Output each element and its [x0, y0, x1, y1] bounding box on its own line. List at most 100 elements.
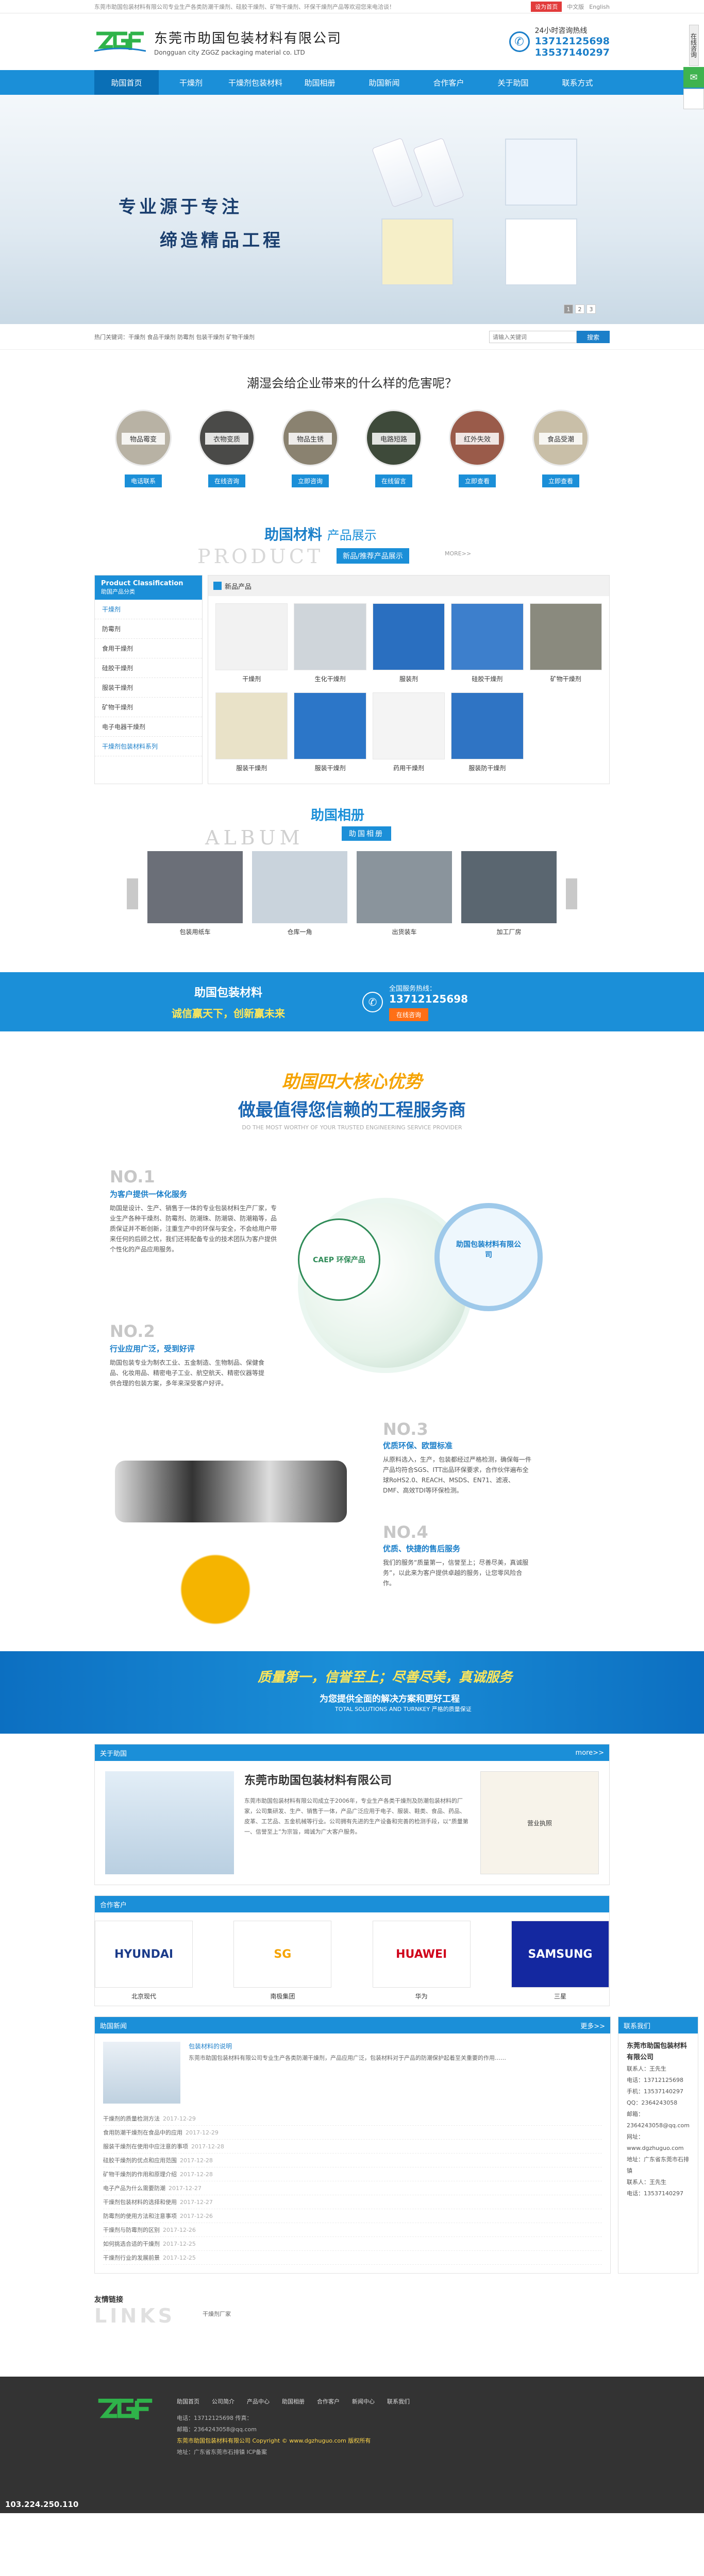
danger-item: 红外失效 立即查看: [449, 410, 506, 487]
album-item[interactable]: 包装用纸车: [147, 851, 243, 936]
album-item[interactable]: 出货装车: [357, 851, 452, 936]
footer-nav-item[interactable]: 产品中心: [247, 2397, 270, 2405]
news-item[interactable]: 干燥剂的质量检测方法 2017-12-29: [103, 2112, 602, 2126]
news-item[interactable]: 干燥剂包装材料的选择和使用 2017-12-27: [103, 2195, 602, 2209]
wechat-icon[interactable]: ✉: [683, 67, 704, 88]
danger-tag: 食品受潮: [539, 433, 582, 445]
danger-image: 红外失效: [449, 410, 506, 466]
footer-nav-item[interactable]: 助国相册: [282, 2397, 305, 2405]
hot-keywords[interactable]: 热门关键词：干燥剂 食品干燥剂 防霉剂 包装干燥剂 矿物干燥剂: [94, 333, 255, 341]
partner-item[interactable]: SAMSUNG 三星: [511, 1921, 609, 2001]
album-item[interactable]: 仓库一角: [252, 851, 347, 936]
friend-link[interactable]: 干燥剂厂家: [203, 2310, 231, 2318]
nav-packaging[interactable]: 干燥剂包装材料: [223, 70, 288, 95]
product-image: [372, 603, 445, 670]
banner-dot[interactable]: 3: [586, 304, 596, 314]
danger-button[interactable]: 立即查看: [458, 474, 496, 487]
partner-item[interactable]: HUAWEI 华为: [372, 1921, 471, 2001]
nav-news[interactable]: 助国新闻: [352, 70, 416, 95]
category-title: Product Classification: [101, 580, 183, 587]
danger-button[interactable]: 在线咨询: [208, 474, 245, 487]
contact-line: 电话：13537140297: [627, 2190, 683, 2197]
banner-dot[interactable]: 1: [564, 304, 573, 314]
service-hotline-number: 13712125698: [389, 992, 468, 1005]
category-item[interactable]: 干燥剂包装材料系列: [95, 737, 202, 756]
nav-about[interactable]: 关于助国: [481, 70, 545, 95]
search-input[interactable]: [489, 331, 577, 343]
album-next-button[interactable]: [566, 878, 577, 909]
advantages-title: 助国四大核心优势: [282, 1072, 422, 1092]
news-item[interactable]: 干燥剂行业的发展前景 2017-12-25: [103, 2251, 602, 2265]
nav-home[interactable]: 助国首页: [94, 70, 159, 95]
danger-button[interactable]: 立即咨询: [291, 474, 329, 487]
news-item[interactable]: 硅胶干燥剂的优点和应用范围 2017-12-28: [103, 2154, 602, 2167]
product-card[interactable]: 服装剂: [370, 603, 448, 692]
product-card[interactable]: 生化干燥剂: [291, 603, 369, 692]
news-item[interactable]: 干燥剂与防霉剂的区别 2017-12-26: [103, 2223, 602, 2237]
news-item[interactable]: 服装干燥剂在使用中应注意的事项 2017-12-28: [103, 2140, 602, 2154]
advantages-section: CAEP 环保产品 助国包装材料有限公司 NO.1 为客户提供一体化服务 助国是…: [94, 1151, 610, 1641]
nav-contact[interactable]: 联系方式: [545, 70, 610, 95]
album-prev-button[interactable]: [127, 878, 138, 909]
product-card[interactable]: 硅胶干燥剂: [448, 603, 526, 692]
news-item[interactable]: 电子产品为什么需要防潮 2017-12-27: [103, 2181, 602, 2195]
footer-nav-item[interactable]: 公司简介: [212, 2397, 234, 2405]
danger-tag: 物品霉变: [122, 433, 165, 445]
news-item[interactable]: 如何挑选合适的干燥剂 2017-12-25: [103, 2237, 602, 2251]
news-top-title[interactable]: 包装材料的说明: [189, 2042, 506, 2050]
category-item[interactable]: 服装干燥剂: [95, 678, 202, 698]
search-button[interactable]: 搜索: [577, 331, 610, 343]
category-item[interactable]: 干燥剂: [95, 600, 202, 619]
partner-item[interactable]: HYUNDAI 北京现代: [95, 1921, 193, 2001]
favorite-button[interactable]: 设为首页: [531, 2, 562, 12]
category-item[interactable]: 矿物干燥剂: [95, 698, 202, 717]
footer-nav-item[interactable]: 联系我们: [387, 2397, 410, 2405]
news-more-link[interactable]: 更多>>: [580, 2021, 605, 2030]
lang-cn-link[interactable]: 中文版: [567, 3, 584, 11]
album-item[interactable]: 加工厂房: [461, 851, 557, 936]
danger-button[interactable]: 在线留言: [375, 474, 412, 487]
news-top-text: 东莞市助国包装材料有限公司专业生产各类防潮干燥剂，产品应用广泛，包装材料对于产品…: [189, 2055, 506, 2061]
product-card[interactable]: 服装干燥剂: [291, 692, 369, 782]
products-more-link[interactable]: MORE>>: [445, 550, 471, 557]
product-card[interactable]: 矿物干燥剂: [527, 603, 605, 692]
product-image: [451, 603, 524, 670]
danger-tag: 红外失效: [456, 433, 499, 445]
category-item[interactable]: 电子电器干燥剂: [95, 717, 202, 737]
product-card[interactable]: 服装干燥剂: [212, 692, 291, 782]
banner-dot[interactable]: 2: [575, 304, 584, 314]
product-card[interactable]: 干燥剂: [212, 603, 291, 692]
nav-album[interactable]: 助国相册: [288, 70, 352, 95]
product-card[interactable]: 服装防干燥剂: [448, 692, 526, 782]
contact-line[interactable]: 邮箱：2364243058@qq.com: [627, 2109, 690, 2131]
news-item[interactable]: 防霉剂的使用方法和注意事项 2017-12-26: [103, 2209, 602, 2223]
online-consult-tab[interactable]: 在线咨询: [689, 25, 699, 66]
contact-line: 联系人：王先生: [627, 2065, 666, 2072]
partner-item[interactable]: SG 南极集团: [233, 1921, 332, 2001]
category-item[interactable]: 硅胶干燥剂: [95, 658, 202, 678]
advantages-en: DO THE MOST WORTHY OF YOUR TRUSTED ENGIN…: [242, 1124, 462, 1131]
danger-button[interactable]: 立即查看: [542, 474, 579, 487]
news-item[interactable]: 矿物干燥剂的作用和原理介绍 2017-12-28: [103, 2167, 602, 2181]
footer-nav-item[interactable]: 新闻中心: [352, 2397, 375, 2405]
news-item-title: 矿物干燥剂的作用和原理介绍: [103, 2171, 177, 2178]
danger-button[interactable]: 电话联系: [124, 474, 162, 487]
lang-en-link[interactable]: English: [589, 4, 610, 10]
contact-line[interactable]: 网址：www.dgzhuguo.com: [627, 2131, 690, 2154]
about-more-link[interactable]: more>>: [576, 1749, 604, 1757]
friend-links: 友情链接 LINKS 干燥剂厂家: [94, 2294, 610, 2335]
online-consult-button[interactable]: 在线咨询: [389, 1008, 429, 1021]
footer-nav-item[interactable]: 助国首页: [177, 2397, 199, 2405]
quality-line-2: 为您提供全面的解决方案和更好工程: [320, 1694, 460, 1704]
nav-clients[interactable]: 合作客户: [416, 70, 481, 95]
category-item[interactable]: 食用干燥剂: [95, 639, 202, 658]
footer-nav-item[interactable]: 合作客户: [317, 2397, 340, 2405]
nav-desiccant[interactable]: 干燥剂: [159, 70, 223, 95]
about-text: 东莞市助国包装材料有限公司成立于2006年，专业生产各类干燥剂及防潮包装材料的厂…: [244, 1798, 468, 1835]
category-item[interactable]: 防霉剂: [95, 619, 202, 639]
news-item[interactable]: 食用防潮干燥剂在食品中的应用 2017-12-29: [103, 2126, 602, 2140]
site-logo[interactable]: 东莞市助国包装材料有限公司 Dongguan city ZGGZ packagi…: [94, 28, 342, 56]
product-card[interactable]: 药用干燥剂: [370, 692, 448, 782]
adv-no: NO.2: [110, 1321, 155, 1341]
hero-banner[interactable]: 专业源于专注 缔造精品工程 1 2 3: [0, 95, 704, 324]
